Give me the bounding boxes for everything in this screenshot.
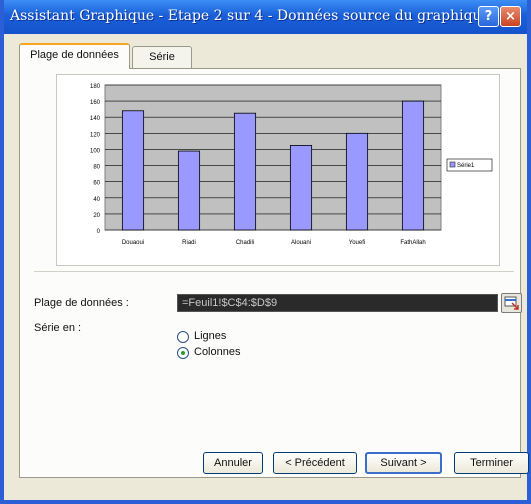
radio-colonnes[interactable] bbox=[177, 347, 189, 359]
previous-button-label: < Précédent bbox=[285, 457, 345, 469]
y-tick-label: 40 bbox=[93, 197, 100, 203]
chart-wizard-dialog: Assistant Graphique - Etape 2 sur 4 - Do… bbox=[0, 0, 531, 504]
y-tick-label: 120 bbox=[90, 132, 101, 138]
y-tick-label: 180 bbox=[90, 84, 101, 90]
next-button-label: Suivant > bbox=[380, 457, 427, 469]
y-tick-label: 160 bbox=[90, 100, 101, 106]
title-bar[interactable]: Assistant Graphique - Etape 2 sur 4 - Do… bbox=[4, 0, 527, 34]
bar bbox=[233, 112, 257, 231]
dialog-title: Assistant Graphique - Etape 2 sur 4 - Do… bbox=[10, 8, 490, 24]
x-tick-label: Riadi bbox=[182, 240, 196, 246]
previous-button[interactable]: < Précédent bbox=[273, 452, 357, 474]
x-tick-label: Chadili bbox=[236, 240, 254, 246]
series-in-label: Série en : bbox=[34, 322, 82, 334]
chart-svg: 0 20 40 60 80 100 120 140 160 180 Douaoui Riadi Chad… bbox=[90, 84, 493, 246]
data-range-input[interactable] bbox=[178, 295, 497, 311]
radio-lignes[interactable] bbox=[177, 331, 189, 343]
range-select-icon bbox=[504, 296, 519, 310]
help-button[interactable]: ? bbox=[478, 6, 499, 27]
y-tick-label: 140 bbox=[90, 116, 101, 122]
separator bbox=[34, 271, 514, 272]
tab-label: Série bbox=[149, 51, 175, 63]
tab-serie[interactable]: Série bbox=[132, 46, 192, 68]
legend-swatch bbox=[449, 161, 456, 168]
radio-lignes-label[interactable]: Lignes bbox=[194, 330, 226, 342]
data-range-field[interactable] bbox=[177, 294, 498, 312]
close-button[interactable]: × bbox=[500, 6, 521, 27]
bar bbox=[289, 145, 313, 231]
x-tick-label: Youefi bbox=[349, 240, 365, 246]
bar bbox=[121, 110, 145, 231]
legend-label: Série1 bbox=[457, 163, 475, 169]
collapse-dialog-button[interactable] bbox=[501, 293, 522, 313]
radio-colonnes-label[interactable]: Colonnes bbox=[194, 346, 240, 358]
y-tick-label: 60 bbox=[93, 181, 100, 187]
bar bbox=[345, 132, 369, 231]
radio-selected-dot bbox=[181, 351, 185, 355]
finish-button[interactable]: Terminer bbox=[454, 452, 529, 474]
help-icon: ? bbox=[484, 9, 493, 24]
y-tick-label: 100 bbox=[90, 148, 101, 154]
finish-button-label: Terminer bbox=[470, 457, 513, 469]
plot-area bbox=[104, 84, 442, 231]
chart-preview: 0 20 40 60 80 100 120 140 160 180 Douaoui Riadi Chad… bbox=[56, 74, 500, 266]
y-tick-label: 80 bbox=[93, 165, 100, 171]
bar bbox=[177, 150, 201, 231]
x-tick-label: Douaoui bbox=[122, 240, 144, 246]
y-tick-label: 20 bbox=[93, 213, 100, 219]
next-button[interactable]: Suivant > bbox=[365, 452, 442, 474]
tab-label: Plage de données bbox=[30, 49, 119, 61]
x-tick-label: FathAllah bbox=[400, 240, 425, 246]
data-range-label: Plage de données : bbox=[34, 297, 129, 309]
tab-plage-de-donnees[interactable]: Plage de données bbox=[19, 43, 130, 69]
close-icon: × bbox=[505, 9, 516, 24]
cancel-button[interactable]: Annuler bbox=[203, 452, 263, 474]
y-tick-label: 0 bbox=[97, 229, 101, 235]
bar bbox=[401, 100, 425, 231]
x-tick-label: Alouani bbox=[291, 240, 311, 246]
cancel-button-label: Annuler bbox=[214, 457, 252, 469]
